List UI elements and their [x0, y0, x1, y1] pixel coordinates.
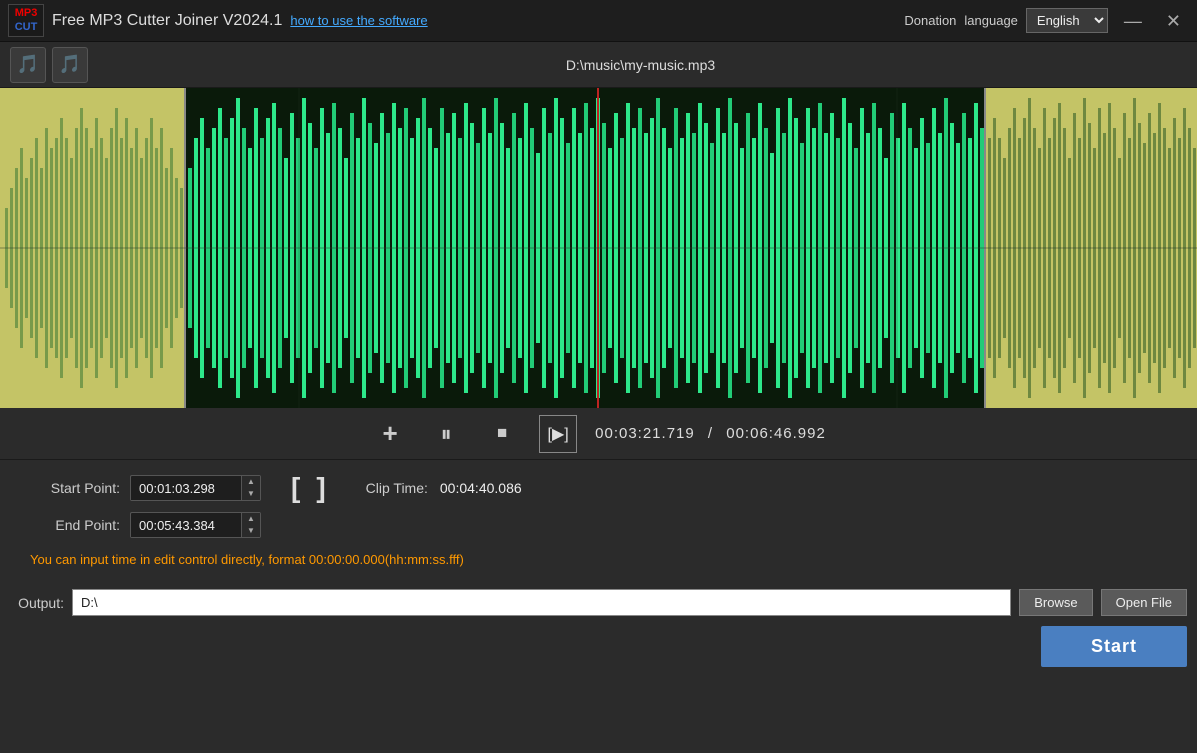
- start-row: Start: [0, 616, 1197, 667]
- waveform-container[interactable]: /* waveform bars left zone */: [0, 88, 1197, 408]
- add-button[interactable]: +: [371, 415, 409, 453]
- language-select[interactable]: English Chinese Spanish French German: [1026, 8, 1108, 33]
- time-display: 00:03:21.719 / 00:06:46.992: [595, 425, 826, 442]
- end-point-row: End Point: ▲ ▼: [30, 512, 1167, 538]
- clip-time-label: Clip Time:: [366, 480, 428, 496]
- title-bar: MP3 CUT Free MP3 Cutter Joiner V2024.1 h…: [0, 0, 1197, 42]
- open-file-icon[interactable]: 🎵: [10, 47, 46, 83]
- start-point-label: Start Point:: [30, 480, 120, 496]
- file-path: D:\music\my-music.mp3: [94, 57, 1187, 73]
- end-point-spinner: ▲ ▼: [241, 513, 260, 537]
- transport-controls: + ⏸ ⏹ [▶] 00:03:21.719 / 00:06:46.992: [0, 408, 1197, 460]
- start-point-down[interactable]: ▼: [242, 488, 260, 500]
- language-label: language: [964, 13, 1018, 28]
- end-point-input-wrapper: ▲ ▼: [130, 512, 261, 538]
- pause-button[interactable]: ⏸: [427, 415, 465, 453]
- app-logo: MP3 CUT: [8, 4, 44, 36]
- start-button[interactable]: Start: [1041, 626, 1187, 667]
- bracket-close-button[interactable]: ]: [316, 474, 325, 502]
- edit-area: Start Point: ▲ ▼ [ ] Clip Time: 00:04:40…: [0, 460, 1197, 585]
- stop-button[interactable]: ⏹: [483, 415, 521, 453]
- end-point-down[interactable]: ▼: [242, 525, 260, 537]
- end-point-label: End Point:: [30, 517, 120, 533]
- close-button[interactable]: ✕: [1158, 10, 1189, 32]
- clip-time-value: 00:04:40.086: [440, 480, 522, 496]
- start-point-row: Start Point: ▲ ▼ [ ] Clip Time: 00:04:40…: [30, 474, 1167, 502]
- music-icon[interactable]: 🎵: [52, 47, 88, 83]
- current-time: 00:03:21.719: [595, 425, 695, 442]
- start-point-input[interactable]: [131, 477, 241, 500]
- bracket-open-button[interactable]: [: [291, 474, 300, 502]
- bracket-buttons: [ ]: [291, 474, 326, 502]
- total-time: 00:06:46.992: [726, 425, 826, 442]
- output-row: Output: Browse Open File: [0, 589, 1197, 616]
- output-path-input[interactable]: [72, 589, 1011, 616]
- start-point-input-wrapper: ▲ ▼: [130, 475, 261, 501]
- open-file-button[interactable]: Open File: [1101, 589, 1187, 616]
- app-title: Free MP3 Cutter Joiner V2024.1: [52, 12, 282, 30]
- output-label: Output:: [10, 595, 64, 611]
- hint-text: You can input time in edit control direc…: [30, 548, 1167, 575]
- toolbar: 🎵 🎵 D:\music\my-music.mp3: [0, 42, 1197, 88]
- play-end-button[interactable]: [▶]: [539, 415, 577, 453]
- start-point-up[interactable]: ▲: [242, 476, 260, 488]
- time-separator: /: [708, 425, 713, 442]
- clip-info: Clip Time: 00:04:40.086: [366, 480, 522, 496]
- end-point-input[interactable]: [131, 514, 241, 537]
- donation-link[interactable]: Donation: [904, 13, 956, 28]
- how-to-link[interactable]: how to use the software: [290, 13, 427, 28]
- browse-button[interactable]: Browse: [1019, 589, 1092, 616]
- minimize-button[interactable]: —: [1116, 10, 1150, 32]
- end-point-up[interactable]: ▲: [242, 513, 260, 525]
- waveform-svg: /* waveform bars left zone */: [0, 88, 1197, 408]
- start-point-spinner: ▲ ▼: [241, 476, 260, 500]
